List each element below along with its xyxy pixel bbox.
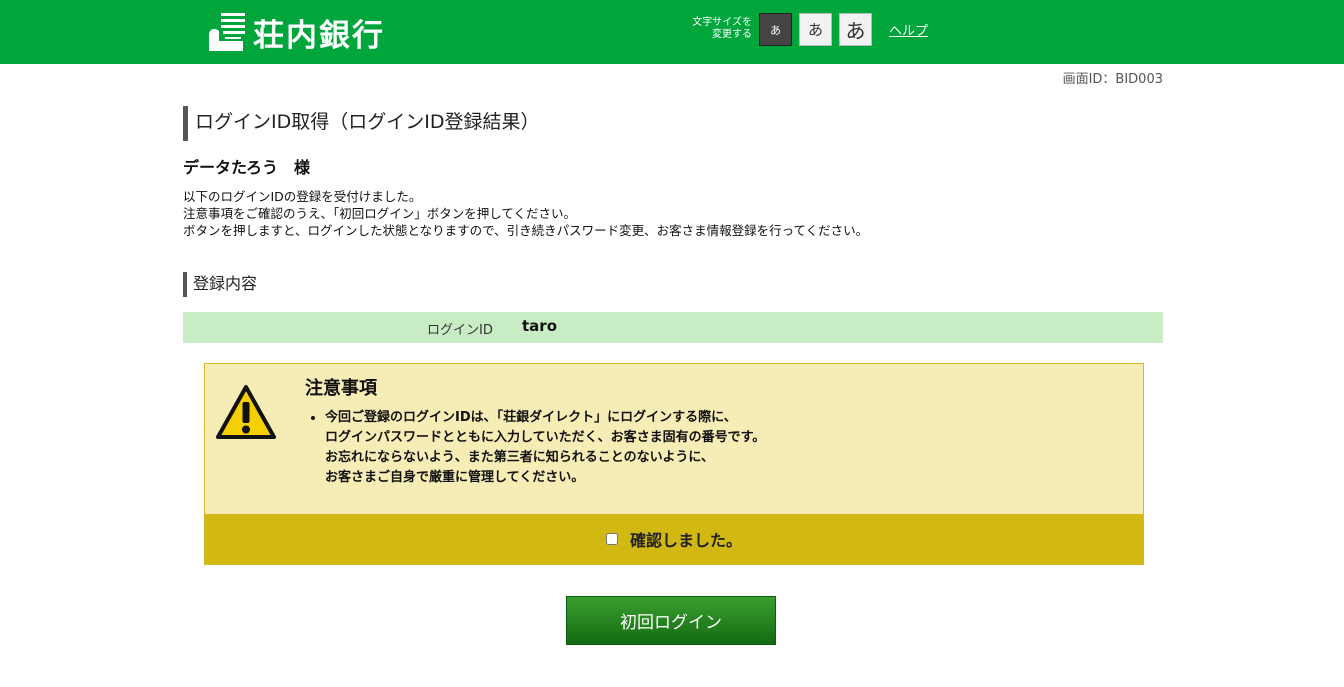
- notice-item: 今回ご登録のログインIDは、「荘銀ダイレクト」にログインする際に、 ログインパス…: [325, 408, 925, 488]
- font-size-medium-button[interactable]: あ: [799, 13, 832, 46]
- bank-logo-icon: [209, 13, 245, 51]
- customer-name: データたろう 様: [183, 158, 311, 177]
- intro-line: ボタンを押しますと、ログインした状態となりますので、引き続きパスワード変更、お客…: [183, 223, 869, 238]
- login-id-value: taro: [522, 317, 557, 335]
- login-id-label: ログインID: [427, 323, 493, 338]
- notice-box: 注意事項 今回ご登録のログインIDは、「荘銀ダイレクト」にログインする際に、 ロ…: [204, 363, 1144, 565]
- notice-title: 注意事項: [305, 378, 377, 399]
- notice-list: 今回ご登録のログインIDは、「荘銀ダイレクト」にログインする際に、 ログインパス…: [309, 408, 925, 488]
- bank-name: 荘内銀行: [253, 17, 385, 54]
- intro-line: 注意事項をご確認のうえ、「初回ログイン」ボタンを押してください。: [183, 206, 577, 221]
- section-title: 登録内容: [183, 272, 257, 297]
- header-bar: 荘内銀行 文字サイズを 変更する あ あ あ ヘルプ: [0, 0, 1344, 64]
- font-size-large-button[interactable]: あ: [839, 13, 872, 46]
- help-link[interactable]: ヘルプ: [889, 20, 928, 39]
- confirm-bar: 確認しました。: [205, 514, 1143, 564]
- bank-logo[interactable]: 荘内銀行: [207, 10, 385, 54]
- intro-text: 以下のログインIDの登録を受付けました。 注意事項をご確認のうえ、「初回ログイン…: [183, 188, 868, 239]
- first-login-button[interactable]: 初回ログイン: [566, 596, 776, 645]
- page-title: ログインID取得（ログインID登録結果）: [183, 106, 539, 141]
- warning-icon: [216, 385, 276, 439]
- intro-line: 以下のログインIDの登録を受付けました。: [183, 189, 422, 204]
- font-size-small-button[interactable]: あ: [759, 13, 792, 46]
- confirm-checkbox[interactable]: [605, 533, 618, 545]
- font-size-label: 文字サイズを 変更する: [692, 17, 752, 40]
- login-id-row: ログインID taro: [183, 312, 1163, 343]
- confirm-label[interactable]: 確認しました。: [630, 527, 742, 551]
- screen-id: 画面ID：BID003: [1062, 72, 1163, 87]
